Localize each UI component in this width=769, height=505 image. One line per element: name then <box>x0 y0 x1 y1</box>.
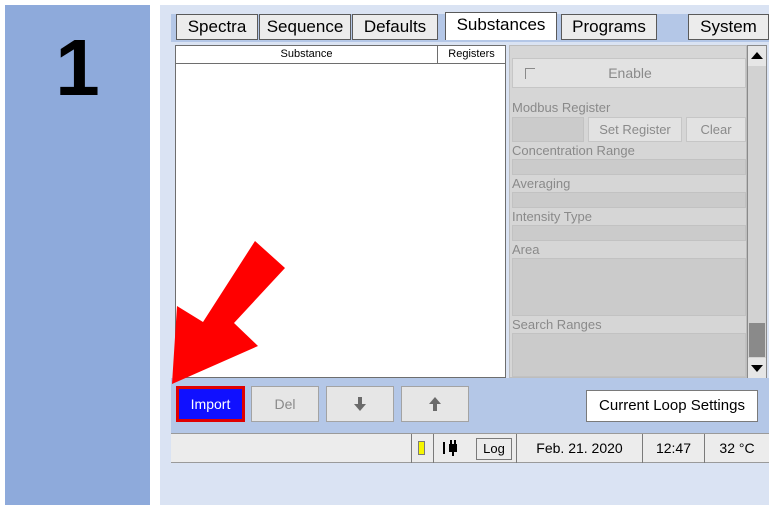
tab-spectra[interactable]: Spectra <box>176 14 258 40</box>
arrow-down-icon <box>354 397 366 411</box>
concentration-range-field[interactable] <box>512 159 746 175</box>
power-plug-cell <box>433 434 468 463</box>
column-header-substance[interactable]: Substance <box>176 46 438 63</box>
move-up-button[interactable] <box>401 386 469 422</box>
status-time: 12:47 <box>642 434 704 463</box>
status-date: Feb. 21. 2020 <box>516 434 642 463</box>
delete-button[interactable]: Del <box>251 386 319 422</box>
tab-system[interactable]: System <box>688 14 769 40</box>
intensity-type-label: Intensity Type <box>512 209 592 224</box>
step-number: 1 <box>55 23 100 112</box>
enable-checkbox[interactable]: Enable <box>512 58 746 88</box>
step-panel: 1 <box>5 5 150 505</box>
current-loop-settings-button[interactable]: Current Loop Settings <box>586 390 758 422</box>
arrow-up-icon <box>429 397 441 411</box>
clear-button[interactable]: Clear <box>686 117 746 142</box>
tab-bar: Spectra Sequence Defaults Substances Pro… <box>171 12 769 42</box>
averaging-field[interactable] <box>512 192 746 208</box>
tab-sequence[interactable]: Sequence <box>259 14 351 40</box>
tab-programs[interactable]: Programs <box>561 14 657 40</box>
column-header-registers[interactable]: Registers <box>438 46 505 63</box>
triangle-down-icon <box>751 365 763 372</box>
status-bar: Log Feb. 21. 2020 12:47 32 °C <box>171 433 769 463</box>
concentration-range-label: Concentration Range <box>512 143 635 158</box>
tab-substances[interactable]: Substances <box>445 12 557 40</box>
import-button[interactable]: Import <box>176 386 245 422</box>
modbus-register-label: Modbus Register <box>512 100 611 115</box>
annotation-arrow-icon <box>172 241 285 384</box>
power-plug-icon <box>443 440 457 456</box>
tutorial-page: 1 Spectra Sequence Defaults Substances P… <box>0 0 769 505</box>
status-led-icon <box>418 441 425 455</box>
intensity-type-field[interactable] <box>512 225 746 241</box>
log-button[interactable]: Log <box>476 438 512 460</box>
area-field[interactable] <box>512 258 746 316</box>
modbus-register-field[interactable] <box>512 117 584 142</box>
search-ranges-label: Search Ranges <box>512 317 602 332</box>
set-register-button[interactable]: Set Register <box>588 117 682 142</box>
triangle-up-icon <box>751 52 763 59</box>
scroll-thumb[interactable] <box>749 323 765 357</box>
scroll-down-button[interactable] <box>748 358 766 378</box>
search-ranges-field[interactable] <box>512 333 746 377</box>
averaging-label: Averaging <box>512 176 571 191</box>
substance-properties-panel: Enable Modbus Register Set Register Clea… <box>509 45 747 378</box>
enable-label: Enable <box>608 65 652 81</box>
properties-scrollbar[interactable] <box>747 45 767 378</box>
status-temperature: 32 °C <box>704 434 769 463</box>
scroll-up-button[interactable] <box>748 46 766 66</box>
tab-defaults[interactable]: Defaults <box>352 14 438 40</box>
move-down-button[interactable] <box>326 386 394 422</box>
area-label: Area <box>512 242 540 257</box>
table-header: Substance Registers <box>176 46 505 64</box>
